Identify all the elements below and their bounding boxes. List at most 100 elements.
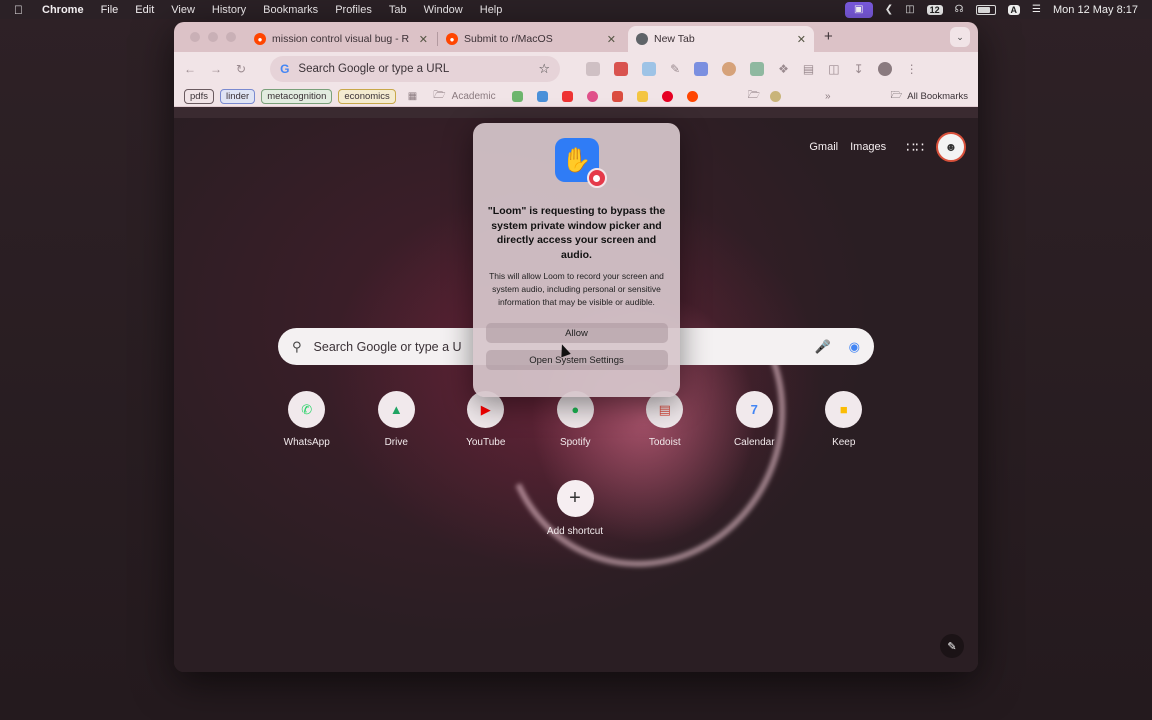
folder-icon: 🗁 [433,89,446,101]
forward-icon[interactable]: → [210,62,222,76]
google-apps-icon[interactable]: ∷∷ [906,139,924,156]
bookmark-folder-academic[interactable]: Academic [452,91,496,102]
puzzle-icon[interactable]: ❖ [778,62,789,76]
all-bookmarks-button[interactable]: 🗁 All Bookmarks [891,88,969,104]
tab-title: Submit to r/MacOS [464,33,553,45]
address-bar[interactable]: G Search Google or type a URL ☆ [270,56,561,82]
tab-submit-macos[interactable]: ● Submit to r/MacOS ✕ [438,26,624,52]
screen-recording-icon[interactable]: ▣ [844,1,873,18]
google-lens-icon[interactable]: ◉ [849,339,860,355]
chevron-left-icon[interactable]: ❮ [885,4,893,15]
bookmark-favicon[interactable] [561,90,573,102]
shortcut-calendar[interactable]: 7 Calendar [710,391,800,448]
zoom-window-button[interactable] [226,32,236,42]
download-icon[interactable]: ↧ [854,62,864,76]
menu-profiles[interactable]: Profiles [335,4,372,16]
extension-icon[interactable] [642,62,657,76]
shortcuts-grid: ✆ WhatsApp ▲ Drive ▶ YouTube ● Spotify ▤… [262,391,889,448]
reddit-icon: ● [254,33,266,45]
gmail-link[interactable]: Gmail [809,141,838,153]
extension-icon[interactable] [694,62,709,76]
ntp-search-placeholder: Search Google or type a U [313,339,462,354]
shortcut-keep[interactable]: ■ Keep [799,391,889,448]
plus-icon: + [556,480,594,517]
shortcut-todoist[interactable]: ▤ Todoist [620,391,710,448]
close-tab-icon[interactable]: ✕ [419,33,428,46]
extension-icon[interactable] [586,62,601,76]
menu-history[interactable]: History [212,4,246,16]
menu-tab[interactable]: Tab [389,4,407,16]
more-menu-icon[interactable]: ⋮ [906,62,918,76]
tab-search-icon[interactable]: ⌄ [950,27,970,47]
shortcut-spotify[interactable]: ● Spotify [531,391,621,448]
microphone-icon[interactable]: 🎤 [814,339,830,355]
bookmark-chip-metacognition[interactable]: metacognition [261,88,333,104]
add-shortcut-label: Add shortcut [546,526,604,537]
menu-bookmarks[interactable]: Bookmarks [263,4,318,16]
extension-icon[interactable] [750,62,765,76]
sidebar-icon[interactable]: ◫ [905,4,914,15]
tab-strip: ● mission control visual bug - R ✕ ● Sub… [174,22,978,52]
reddit-icon[interactable] [686,90,698,102]
more-bookmarks-icon[interactable]: » [825,91,831,102]
dialog-title: "Loom" is requesting to bypass the syste… [487,205,666,261]
images-link[interactable]: Images [850,141,886,153]
bookmark-star-icon[interactable]: ☆ [538,61,550,77]
allow-button[interactable]: Allow [485,323,668,343]
side-panel-icon[interactable]: ◫ [828,62,839,76]
tab-reddit-bug[interactable]: ● mission control visual bug - R ✕ [246,26,436,52]
tab-new-tab[interactable]: New Tab ✕ [628,26,814,52]
battery-icon[interactable] [975,4,996,15]
menu-window[interactable]: Window [424,4,463,16]
headphones-icon[interactable]: ☊ [955,4,964,15]
tab-groups-icon[interactable]: ▦ [408,91,417,102]
bookmark-favicon[interactable] [586,90,598,102]
bookmark-favicon[interactable] [511,90,523,102]
menu-view[interactable]: View [171,4,195,16]
shortcut-whatsapp[interactable]: ✆ WhatsApp [262,391,352,448]
reload-icon[interactable]: ↻ [236,62,246,76]
apple-icon[interactable]:  [14,3,32,17]
bookmark-favicon[interactable] [769,90,781,102]
open-system-settings-button[interactable]: Open System Settings [485,350,668,370]
minimize-window-button[interactable] [208,32,218,42]
menu-file[interactable]: File [101,4,119,16]
close-window-button[interactable] [190,32,200,42]
pen-icon[interactable]: ✎ [670,62,680,76]
reading-mode-icon[interactable]: ▤ [803,62,814,76]
bookmark-favicon[interactable] [536,90,548,102]
bookmark-favicon[interactable] [636,90,648,102]
shortcut-youtube[interactable]: ▶ YouTube [441,391,531,448]
menu-app-name[interactable]: Chrome [42,4,84,16]
window-controls [190,32,236,42]
customize-pencil-icon[interactable]: ✎ [940,634,964,658]
shortcut-drive[interactable]: ▲ Drive [352,391,442,448]
input-source-icon[interactable]: A [1007,4,1021,15]
menu-edit[interactable]: Edit [135,4,154,16]
avatar[interactable]: ☻ [936,132,966,162]
todoist-extension-icon[interactable] [614,62,629,76]
pinterest-icon[interactable] [661,90,673,102]
bookmark-chip-linder[interactable]: linder [219,88,256,104]
bookmark-favicon[interactable] [611,90,623,102]
extension-icon[interactable] [722,62,737,76]
menu-help[interactable]: Help [480,4,503,16]
chrome-icon [636,33,648,45]
profile-extension-icon[interactable] [877,62,892,76]
keep-icon: ■ [825,391,863,428]
menu-clock[interactable]: Mon 12 May 8:17 [1053,4,1138,16]
close-tab-icon[interactable]: ✕ [607,33,616,46]
shortcut-label: Spotify [559,437,591,448]
new-tab-button[interactable]: + [824,28,833,45]
record-badge-icon [586,168,607,188]
close-tab-icon[interactable]: ✕ [797,33,806,46]
folder-icon: 🗁 [890,90,903,101]
bookmark-chip-economics[interactable]: economics [338,88,396,104]
calendar-badge[interactable]: 12 [926,4,943,15]
bookmark-chip-pdfs[interactable]: pdfs [184,88,214,104]
back-icon[interactable]: ← [184,62,196,76]
folder-icon[interactable]: 🗁 [748,88,760,105]
control-center-icon[interactable]: ☰ [1032,4,1041,15]
add-shortcut-button[interactable]: + Add shortcut [544,480,606,537]
bookmarks-bar: pdfs linder metacognition economics ▦ 🗁 … [174,86,978,107]
